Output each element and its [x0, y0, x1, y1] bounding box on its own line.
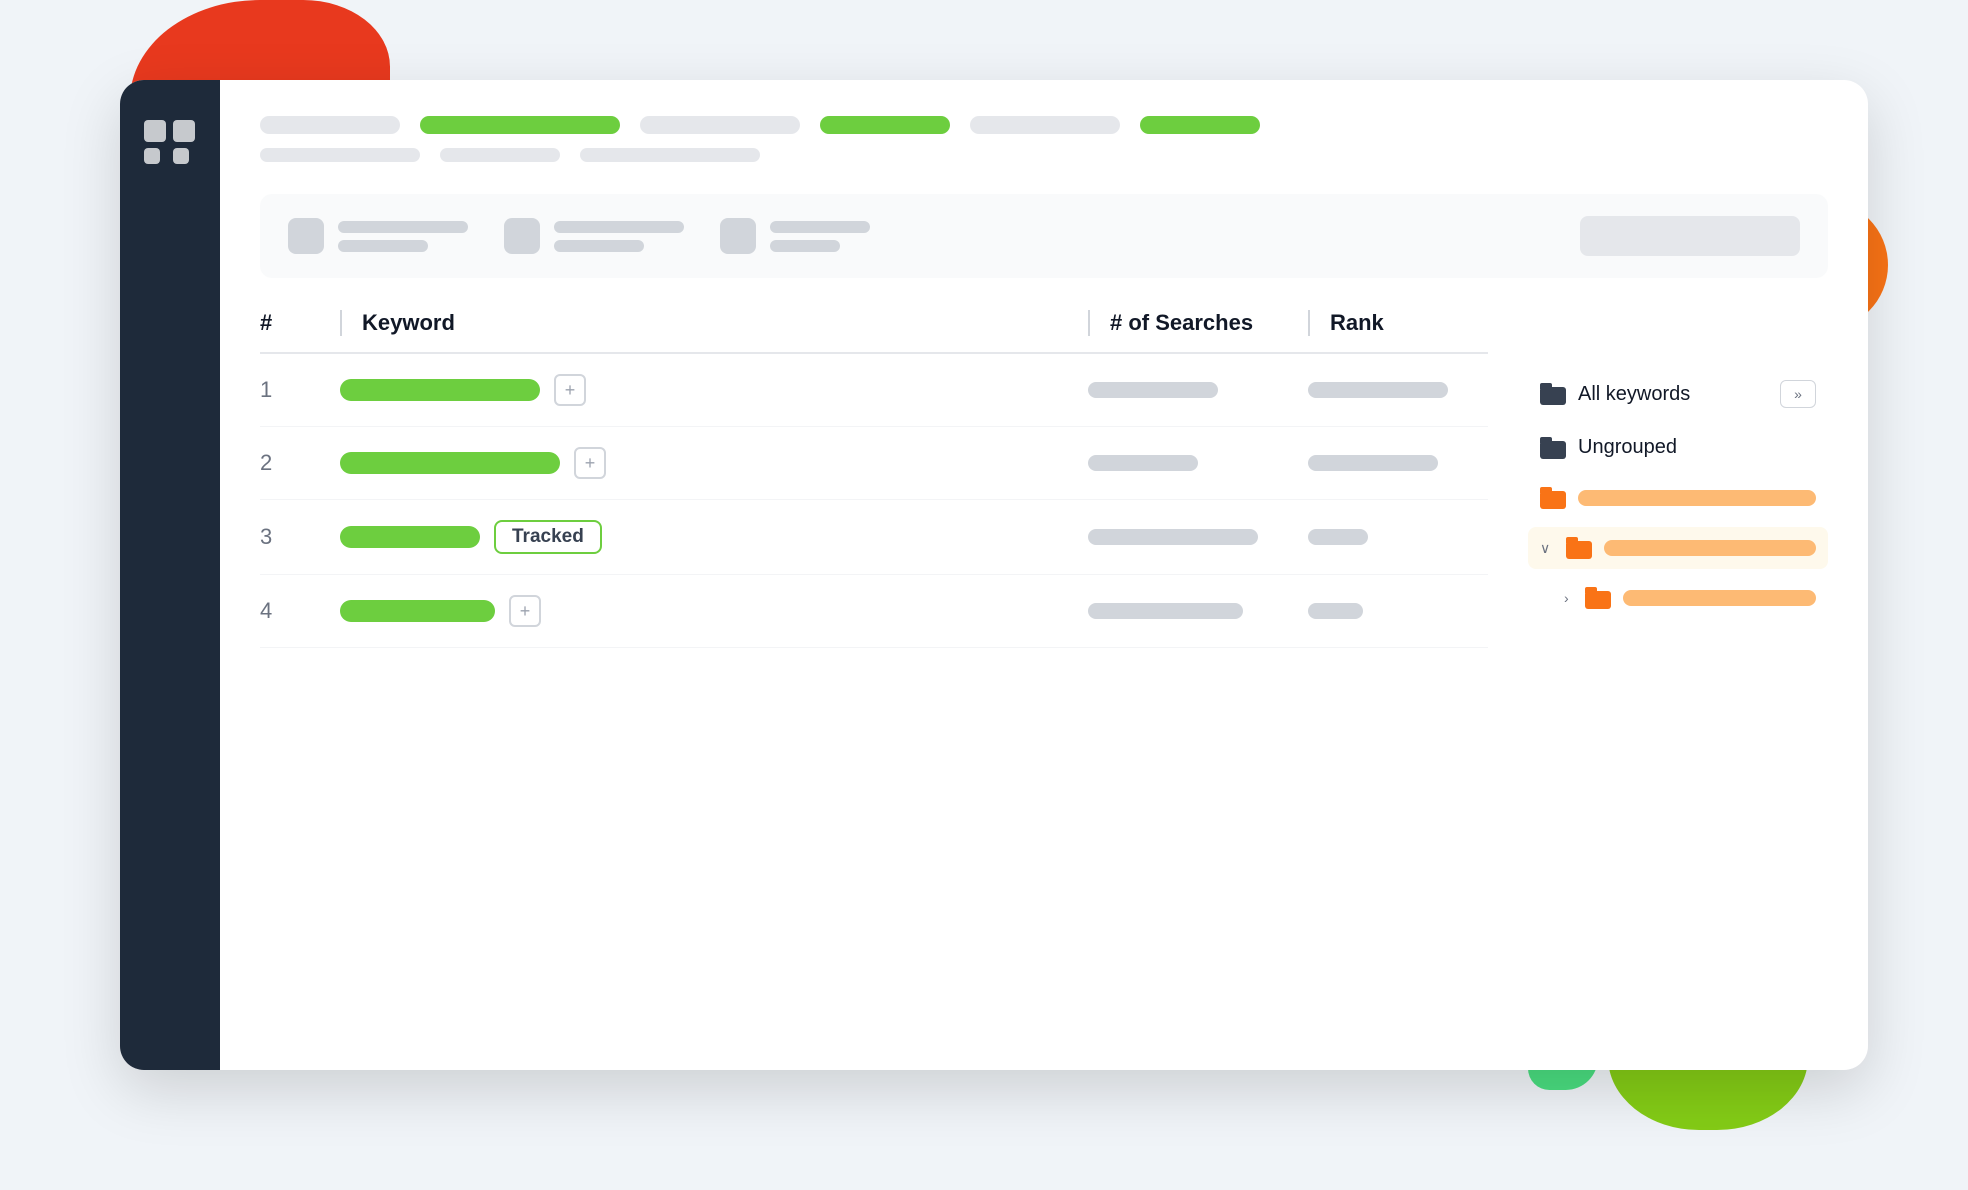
logo-cell-2 — [173, 120, 195, 142]
toolbar-lines-1 — [338, 221, 468, 252]
searches-bar-3 — [1088, 529, 1258, 545]
add-keyword-btn-1[interactable]: + — [554, 374, 586, 406]
keyword-bar-4 — [340, 600, 495, 622]
logo-cell-3 — [144, 148, 160, 164]
toolbar-item-3 — [720, 218, 870, 254]
group-folder-icon-3 — [1585, 587, 1611, 609]
keyword-bar-1 — [340, 379, 540, 401]
logo — [144, 120, 196, 164]
nav-pill-2[interactable] — [420, 116, 620, 134]
nav-pill-3[interactable] — [640, 116, 800, 134]
all-keywords-item[interactable]: All keywords » — [1528, 370, 1828, 418]
nav-pill-5[interactable] — [970, 116, 1120, 134]
nav-pill-1[interactable] — [260, 116, 400, 134]
nav-subtitle — [260, 148, 1828, 162]
expand-arrow-3: › — [1564, 590, 1569, 606]
searches-bar-1 — [1088, 382, 1218, 398]
nav-pill-4[interactable] — [820, 116, 950, 134]
toolbar-lines-3 — [770, 221, 870, 252]
logo-cell-1 — [144, 120, 166, 142]
group-label-bar-3 — [1623, 590, 1816, 606]
row-searches-3 — [1088, 529, 1308, 545]
top-nav — [260, 116, 1828, 134]
toolbar-line-2a — [554, 221, 684, 233]
row-keyword-3: Tracked — [340, 520, 1088, 554]
table-row: 4 + — [260, 575, 1488, 648]
row-searches-4 — [1088, 603, 1308, 619]
row-num-1: 1 — [260, 377, 340, 403]
keyword-sidebar: All keywords » Ungrouped — [1488, 310, 1828, 648]
row-num-3: 3 — [260, 524, 340, 550]
expand-chevron[interactable]: » — [1780, 380, 1816, 408]
keyword-group-3[interactable]: › — [1528, 577, 1828, 619]
row-num-2: 2 — [260, 450, 340, 476]
expand-arrow-2: ∨ — [1540, 540, 1550, 557]
all-keywords-label: All keywords — [1578, 383, 1690, 406]
toolbar-item-2 — [504, 218, 684, 254]
ungrouped-folder-icon — [1540, 437, 1566, 459]
toolbar-line-1b — [338, 240, 428, 252]
group-folder-icon-1 — [1540, 487, 1566, 509]
row-rank-4 — [1308, 603, 1488, 619]
th-hash: # — [260, 310, 340, 336]
group-folder-icon-2 — [1566, 537, 1592, 559]
group-label-bar-2 — [1604, 540, 1816, 556]
row-rank-2 — [1308, 455, 1488, 471]
row-num-4: 4 — [260, 598, 340, 624]
toolbar-search[interactable] — [1580, 216, 1800, 256]
keyword-group-1[interactable] — [1528, 477, 1828, 519]
toolbar-icon-2 — [504, 218, 540, 254]
row-rank-1 — [1308, 382, 1488, 398]
row-searches-2 — [1088, 455, 1308, 471]
row-rank-3 — [1308, 529, 1488, 545]
toolbar-line-3b — [770, 240, 840, 252]
searches-bar-4 — [1088, 603, 1243, 619]
th-rank: Rank — [1308, 310, 1488, 336]
table-container: # Keyword # of Searches Rank — [260, 310, 1828, 648]
ungrouped-item[interactable]: Ungrouped — [1528, 426, 1828, 469]
toolbar-line-1a — [338, 221, 468, 233]
rank-bar-2 — [1308, 455, 1438, 471]
toolbar-item-1 — [288, 218, 468, 254]
toolbar-line-3a — [770, 221, 870, 233]
searches-bar-2 — [1088, 455, 1198, 471]
add-keyword-btn-4[interactable]: + — [509, 595, 541, 627]
sub-pill-1 — [260, 148, 420, 162]
row-keyword-2: + — [340, 447, 1088, 479]
th-searches: # of Searches — [1088, 310, 1308, 336]
rank-bar-1 — [1308, 382, 1448, 398]
toolbar-icon-1 — [288, 218, 324, 254]
logo-cell-4 — [173, 148, 189, 164]
sub-pill-2 — [440, 148, 560, 162]
th-keyword: Keyword — [340, 310, 1088, 336]
table-row: 1 + — [260, 354, 1488, 427]
row-searches-1 — [1088, 382, 1308, 398]
rank-bar-3 — [1308, 529, 1368, 545]
keyword-bar-2 — [340, 452, 560, 474]
add-keyword-btn-2[interactable]: + — [574, 447, 606, 479]
keyword-group-2[interactable]: ∨ — [1528, 527, 1828, 569]
all-keywords-folder-icon — [1540, 383, 1566, 405]
toolbar-lines-2 — [554, 221, 684, 252]
nav-pill-6[interactable] — [1140, 116, 1260, 134]
toolbar-icon-3 — [720, 218, 756, 254]
row-keyword-1: + — [340, 374, 1088, 406]
ungrouped-label: Ungrouped — [1578, 436, 1677, 459]
tracked-badge: Tracked — [494, 520, 602, 554]
toolbar-line-2b — [554, 240, 644, 252]
table-main: # Keyword # of Searches Rank — [260, 310, 1488, 648]
table-header: # Keyword # of Searches Rank — [260, 310, 1488, 354]
sub-pill-3 — [580, 148, 760, 162]
table-row: 2 + — [260, 427, 1488, 500]
toolbar — [260, 194, 1828, 278]
sidebar — [120, 80, 220, 1070]
keyword-bar-3 — [340, 526, 480, 548]
group-label-bar-1 — [1578, 490, 1816, 506]
table-row: 3 Tracked — [260, 500, 1488, 575]
main-card: # Keyword # of Searches Rank — [120, 80, 1868, 1070]
content-area: # Keyword # of Searches Rank — [220, 80, 1868, 1070]
row-keyword-4: + — [340, 595, 1088, 627]
rank-bar-4 — [1308, 603, 1363, 619]
